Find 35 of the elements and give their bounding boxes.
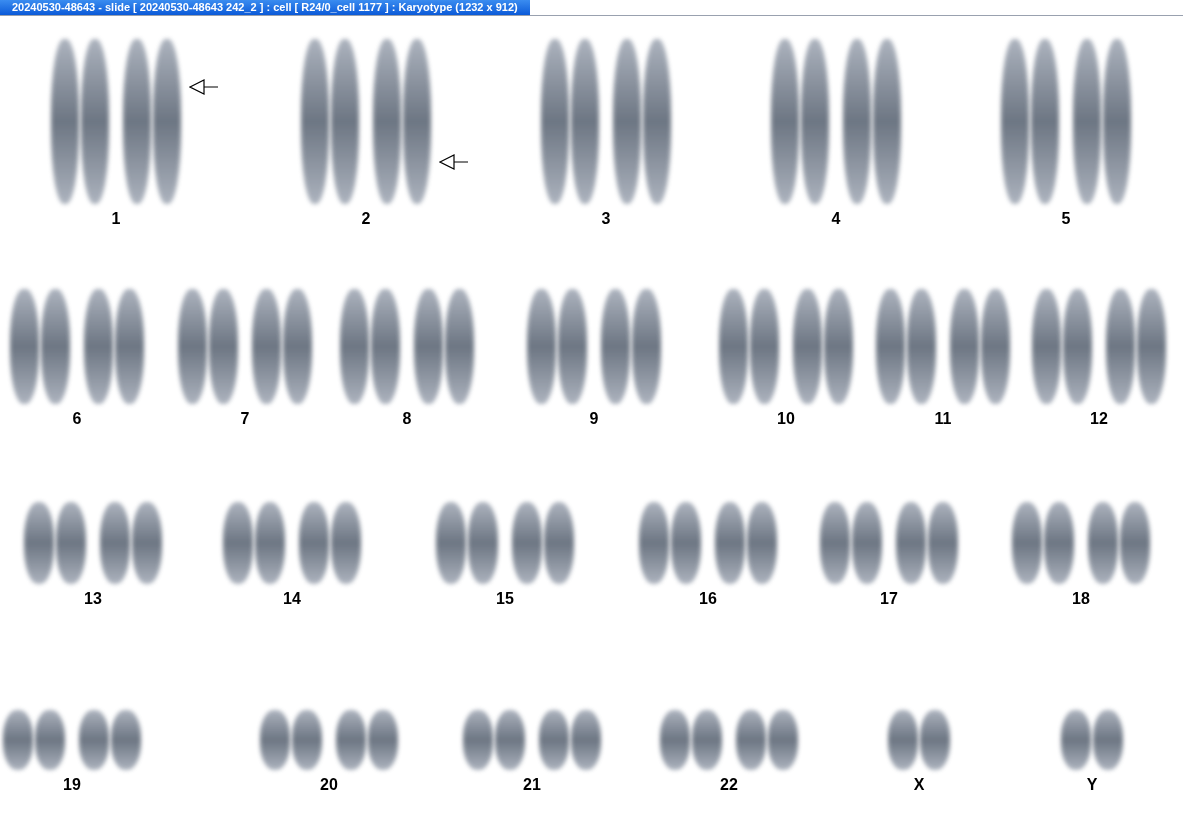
chromosome-number: 9: [589, 410, 599, 428]
chromosome-number: 2: [361, 210, 371, 228]
chromosome-number: 10: [777, 410, 795, 428]
chromosome-number: 14: [283, 590, 301, 608]
chromosome-image: [660, 710, 722, 770]
chromosome-image: [79, 710, 141, 770]
chromosome-image: [463, 710, 525, 770]
chromosome-number: 19: [63, 776, 81, 794]
chromosome-number: Y: [1086, 776, 1098, 794]
chromosome-number: 3: [601, 210, 611, 228]
chromosome-number: 1: [111, 210, 121, 228]
chromosome-number: 16: [699, 590, 717, 608]
chromosome-number: 5: [1061, 210, 1071, 228]
chromosome-number: 17: [880, 590, 898, 608]
chromosome-image: [736, 710, 798, 770]
chromosome-number: 12: [1090, 410, 1108, 428]
chromosome-number: 22: [720, 776, 738, 794]
chromosome-number: 21: [523, 776, 541, 794]
chromosome-number: 7: [240, 410, 250, 428]
chromosome-number: 15: [496, 590, 514, 608]
chromosome-image: [336, 710, 398, 770]
chromosome-number: 13: [84, 590, 102, 608]
chromosome-image: [260, 710, 322, 770]
chromosome-number: 20: [320, 776, 338, 794]
chromosome-number: 11: [934, 410, 952, 428]
chromosome-image: [3, 710, 65, 770]
chromosome-number: X: [913, 776, 925, 794]
chromosome-number: 18: [1072, 590, 1090, 608]
chromosome-number: 4: [831, 210, 841, 228]
chromosome-image: [1061, 710, 1123, 770]
chromosome-image: [888, 710, 950, 770]
chromosome-number: 8: [402, 410, 412, 428]
chromosome-number: 6: [72, 410, 82, 428]
window-title: 20240530-48643 - slide [ 20240530-48643 242_2 ] : cell [ R24/0_cell 1177 ] : Karyotype (1232 x 912): [0, 0, 530, 15]
chromosome-image: [539, 710, 601, 770]
